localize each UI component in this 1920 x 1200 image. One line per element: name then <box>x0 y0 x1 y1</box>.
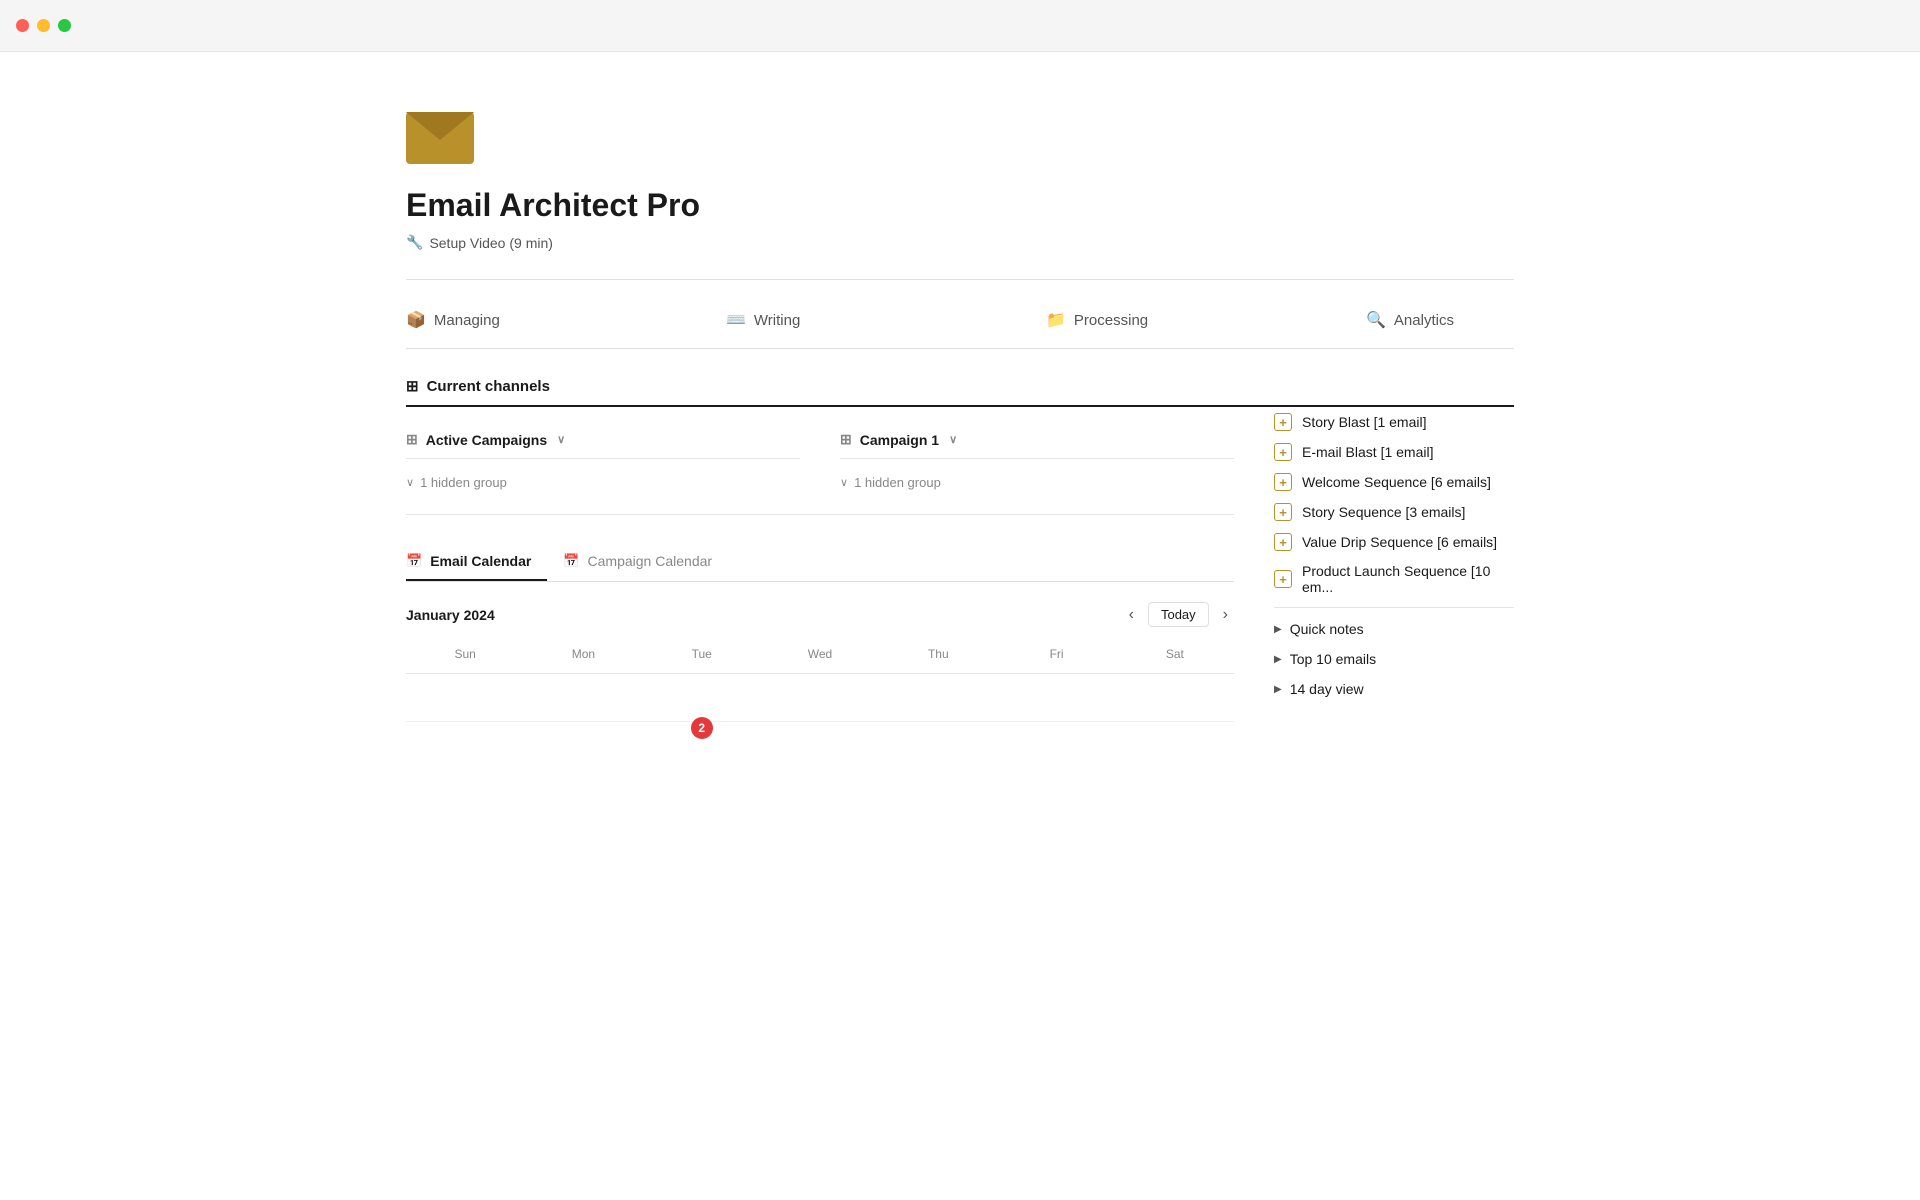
day-sun: Sun <box>406 643 524 665</box>
cal-prev-button[interactable]: ‹ <box>1123 604 1140 626</box>
add-sequence-icon-4: + <box>1274 503 1292 521</box>
calendar-month: January 2024 <box>406 607 495 623</box>
sequence-product-launch[interactable]: + Product Launch Sequence [10 em... <box>1274 557 1514 601</box>
campaign1-hidden-group[interactable]: ∨ 1 hidden group <box>840 475 1234 490</box>
toggle-list: ▶ Quick notes ▶ Top 10 emails ▶ 14 day v… <box>1274 614 1514 704</box>
toggle-14-day-view[interactable]: ▶ 14 day view <box>1274 674 1514 704</box>
cal-day-5 <box>997 674 1115 721</box>
calendar-header: January 2024 ‹ Today › <box>406 602 1234 627</box>
right-sidebar: + Story Blast [1 email] + E-mail Blast [… <box>1234 407 1514 722</box>
nav-processing[interactable]: 📁 Processing <box>1046 310 1366 330</box>
nav-links: 📦 Managing ⌨️ Writing 📁 Processing 🔍 Ana… <box>406 292 1514 349</box>
top-divider <box>406 279 1514 280</box>
cal-day-empty-1 <box>406 674 524 721</box>
page-title: Email Architect Pro <box>406 187 1514 224</box>
email-calendar-icon: 📅 <box>406 553 422 569</box>
nav-managing[interactable]: 📦 Managing <box>406 310 726 330</box>
db-columns: ⊞ Active Campaigns ∨ ∨ 1 hidden group ⊞ … <box>406 407 1234 515</box>
cal-day-4 <box>879 674 997 721</box>
add-sequence-icon-6: + <box>1274 570 1292 588</box>
sequence-story[interactable]: + Story Sequence [3 emails] <box>1274 497 1514 527</box>
day-tue: Tue <box>643 643 761 665</box>
cal-day-2: 2 <box>643 674 761 721</box>
nav-analytics-label: Analytics <box>1394 312 1454 329</box>
close-button[interactable] <box>16 19 29 32</box>
active-campaigns-column: ⊞ Active Campaigns ∨ ∨ 1 hidden group <box>406 431 800 490</box>
nav-processing-label: Processing <box>1074 312 1148 329</box>
today-button[interactable]: Today <box>1148 602 1209 627</box>
cal-day-3 <box>761 674 879 721</box>
app-icon <box>406 112 1514 187</box>
sequence-list: + Story Blast [1 email] + E-mail Blast [… <box>1274 407 1514 601</box>
calendar-section: 📅 Email Calendar 📅 Campaign Calendar Jan… <box>406 543 1234 722</box>
nav-analytics[interactable]: 🔍 Analytics <box>1366 310 1686 330</box>
current-channels-title: Current channels <box>427 378 550 395</box>
day-wed: Wed <box>761 643 879 665</box>
current-channels-header: ⊞ Current channels <box>406 377 1514 407</box>
active-campaigns-hidden-group[interactable]: ∨ 1 hidden group <box>406 475 800 490</box>
calendar-days-header: Sun Mon Tue Wed Thu Fri Sat <box>406 643 1234 674</box>
add-sequence-icon-5: + <box>1274 533 1292 551</box>
calendar-nav: ‹ Today › <box>1123 602 1234 627</box>
campaign-calendar-icon: 📅 <box>563 553 579 569</box>
cal-day-6 <box>1116 674 1234 721</box>
campaign1-grid-icon: ⊞ <box>840 431 852 448</box>
campaign1-title: ⊞ Campaign 1 ∨ <box>840 431 1234 459</box>
cal-day-1 <box>524 674 642 721</box>
sidebar-divider <box>1274 607 1514 608</box>
writing-icon: ⌨️ <box>726 310 746 330</box>
sequence-value-drip[interactable]: + Value Drip Sequence [6 emails] <box>1274 527 1514 557</box>
active-campaigns-title: ⊞ Active Campaigns ∨ <box>406 431 800 459</box>
campaign1-chevron[interactable]: ∨ <box>949 433 957 446</box>
analytics-icon: 🔍 <box>1366 310 1386 330</box>
sequence-email-blast[interactable]: + E-mail Blast [1 email] <box>1274 437 1514 467</box>
setup-video-link[interactable]: 🔧 Setup Video (9 min) <box>406 234 1514 251</box>
toggle-arrow-1: ▶ <box>1274 624 1282 635</box>
add-sequence-icon-1: + <box>1274 413 1292 431</box>
toggle-top-emails[interactable]: ▶ Top 10 emails <box>1274 644 1514 674</box>
main-content: Email Architect Pro 🔧 Setup Video (9 min… <box>310 52 1610 762</box>
campaign1-column: ⊞ Campaign 1 ∨ ∨ 1 hidden group <box>840 431 1234 490</box>
active-campaigns-chevron[interactable]: ∨ <box>557 433 565 446</box>
processing-icon: 📁 <box>1046 310 1066 330</box>
chevron-down-icon-2: ∨ <box>840 476 848 489</box>
day-mon: Mon <box>524 643 642 665</box>
tab-email-calendar[interactable]: 📅 Email Calendar <box>406 543 547 581</box>
calendar-row-1: 2 <box>406 674 1234 722</box>
day-fri: Fri <box>997 643 1115 665</box>
wrench-icon: 🔧 <box>406 234 423 251</box>
active-campaigns-grid-icon: ⊞ <box>406 431 418 448</box>
maximize-button[interactable] <box>58 19 71 32</box>
managing-icon: 📦 <box>406 310 426 330</box>
calendar-tabs: 📅 Email Calendar 📅 Campaign Calendar <box>406 543 1234 582</box>
nav-managing-label: Managing <box>434 312 500 329</box>
nav-writing[interactable]: ⌨️ Writing <box>726 310 1046 330</box>
toggle-quick-notes[interactable]: ▶ Quick notes <box>1274 614 1514 644</box>
toggle-arrow-3: ▶ <box>1274 684 1282 695</box>
day-sat: Sat <box>1116 643 1234 665</box>
sequence-story-blast[interactable]: + Story Blast [1 email] <box>1274 407 1514 437</box>
grid-icon: ⊞ <box>406 377 419 395</box>
minimize-button[interactable] <box>37 19 50 32</box>
titlebar <box>0 0 1920 52</box>
chevron-down-icon: ∨ <box>406 476 414 489</box>
sequence-welcome[interactable]: + Welcome Sequence [6 emails] <box>1274 467 1514 497</box>
add-sequence-icon-2: + <box>1274 443 1292 461</box>
nav-writing-label: Writing <box>754 312 800 329</box>
cal-next-button[interactable]: › <box>1217 604 1234 626</box>
day-thu: Thu <box>879 643 997 665</box>
add-sequence-icon-3: + <box>1274 473 1292 491</box>
tab-campaign-calendar[interactable]: 📅 Campaign Calendar <box>563 543 728 581</box>
toggle-arrow-2: ▶ <box>1274 654 1282 665</box>
